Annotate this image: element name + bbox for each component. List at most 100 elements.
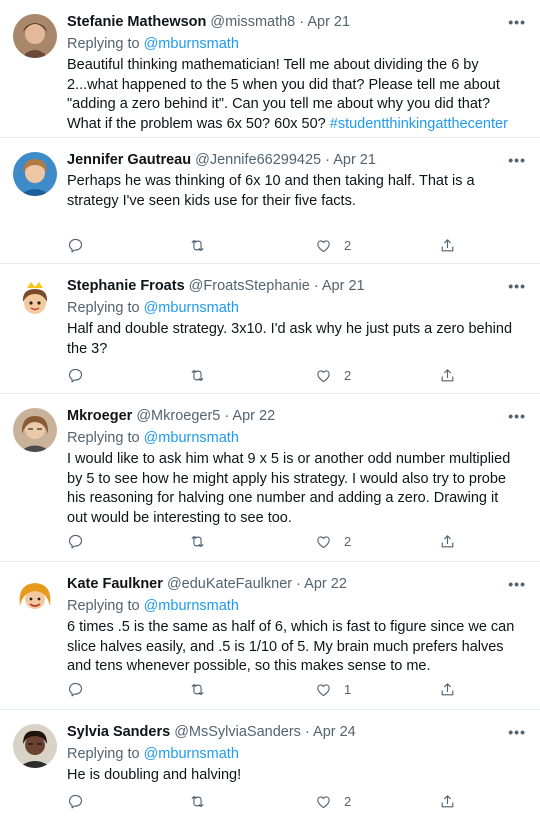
replying-prefix: Replying to [67, 430, 144, 446]
more-options-icon[interactable]: ••• [508, 278, 526, 294]
reply-button[interactable] [67, 533, 84, 550]
share-button[interactable] [439, 533, 456, 550]
reply-button[interactable] [67, 367, 84, 384]
retweet-icon [191, 683, 204, 695]
share-icon [441, 682, 454, 695]
reply-icon [68, 368, 83, 382]
like-count: 1 [344, 681, 352, 697]
replying-handle[interactable]: @mburnsmath [144, 300, 239, 316]
display-name[interactable]: Stefanie Mathewson [67, 14, 206, 30]
tweet-date[interactable]: · Apr 21 [314, 278, 365, 294]
share-icon [441, 794, 454, 807]
user-handle[interactable]: @FroatsStephanie [189, 278, 310, 294]
tweet-text: I would like to ask him what 9 x 5 is or… [67, 451, 511, 526]
tweet-date[interactable]: · Apr 22 [296, 576, 347, 592]
avatar[interactable] [13, 576, 57, 620]
like-count: 2 [344, 367, 352, 383]
tweet[interactable]: Kate Faulkner @eduKateFaulkner · Apr 22 … [0, 562, 540, 710]
user-handle[interactable]: @eduKateFaulkner [167, 576, 292, 592]
reply-icon [68, 238, 83, 252]
tweet[interactable]: Sylvia Sanders @MsSylviaSanders · Apr 24… [0, 710, 540, 820]
replying-prefix: Replying to [67, 746, 144, 762]
tweet[interactable]: Stephanie Froats @FroatsStephanie · Apr … [0, 264, 540, 394]
tweet-actions: 2 [67, 364, 462, 386]
display-name[interactable]: Kate Faulkner [67, 576, 163, 592]
more-options-icon[interactable]: ••• [508, 576, 526, 592]
more-options-icon[interactable]: ••• [508, 14, 526, 30]
tweet-actions: 1 [67, 678, 462, 700]
hashtag-link[interactable]: #studentthinkingatthecenter [330, 116, 508, 132]
share-button[interactable] [439, 367, 456, 384]
replying-prefix: Replying to [67, 36, 144, 52]
tweet-text: Beautiful thinking mathematician! Tell m… [67, 56, 522, 134]
display-name[interactable]: Jennifer Gautreau [67, 152, 191, 168]
replying-handle[interactable]: @mburnsmath [144, 746, 239, 762]
display-name[interactable]: Sylvia Sanders [67, 724, 170, 740]
share-icon [441, 534, 454, 547]
retweet-icon [191, 369, 204, 381]
more-options-icon[interactable]: ••• [508, 724, 526, 740]
replying-handle[interactable]: @mburnsmath [144, 598, 239, 614]
share-icon [441, 238, 454, 251]
like-button[interactable]: 1 [315, 681, 351, 698]
tweet[interactable]: Stefanie Mathewson @missmath8 · Apr 21 R… [0, 0, 540, 138]
replying-to: Replying to @mburnsmath [67, 298, 522, 318]
tweet-text: Half and double strategy. 3x10. I'd ask … [67, 321, 513, 357]
user-handle[interactable]: @MsSylviaSanders [174, 724, 301, 740]
replying-prefix: Replying to [67, 300, 144, 316]
reply-button[interactable] [67, 793, 84, 810]
retweet-button[interactable] [189, 793, 206, 810]
avatar[interactable] [13, 724, 57, 768]
like-button[interactable]: 2 [315, 793, 351, 810]
like-icon [317, 795, 330, 808]
replying-to: Replying to @mburnsmath [67, 744, 522, 764]
tweet-actions: 2 [67, 530, 462, 552]
avatar[interactable] [13, 408, 57, 452]
display-name[interactable]: Mkroeger [67, 408, 132, 424]
tweet[interactable]: Jennifer Gautreau @Jennife66299425 · Apr… [0, 138, 540, 264]
share-button[interactable] [439, 793, 456, 810]
replying-handle[interactable]: @mburnsmath [144, 36, 239, 52]
tweet-date[interactable]: · Apr 21 [325, 152, 376, 168]
replying-to: Replying to @mburnsmath [67, 34, 522, 54]
replying-to: Replying to @mburnsmath [67, 428, 522, 448]
avatar[interactable] [13, 152, 57, 196]
retweet-button[interactable] [189, 367, 206, 384]
replying-handle[interactable]: @mburnsmath [144, 430, 239, 446]
replying-prefix: Replying to [67, 598, 144, 614]
avatar[interactable] [13, 278, 57, 322]
like-icon [317, 239, 330, 252]
like-icon [317, 535, 330, 548]
reply-icon [68, 794, 83, 808]
like-count: 2 [344, 793, 352, 809]
share-button[interactable] [439, 237, 456, 254]
like-button[interactable]: 2 [315, 237, 351, 254]
user-handle[interactable]: @Mkroeger5 [136, 408, 220, 424]
tweet-date[interactable]: · Apr 21 [299, 14, 350, 30]
more-options-icon[interactable]: ••• [508, 408, 526, 424]
reply-button[interactable] [67, 237, 84, 254]
like-icon [317, 683, 330, 696]
share-button[interactable] [439, 681, 456, 698]
avatar[interactable] [13, 14, 57, 58]
retweet-button[interactable] [189, 533, 206, 550]
tweet[interactable]: Mkroeger @Mkroeger5 · Apr 22 Replying to… [0, 394, 540, 562]
display-name[interactable]: Stephanie Froats [67, 278, 185, 294]
retweet-button[interactable] [189, 681, 206, 698]
like-count: 2 [344, 533, 352, 549]
tweet-text: Perhaps he was thinking of 6x 10 and the… [67, 173, 475, 209]
like-icon [317, 369, 330, 382]
share-icon [441, 368, 454, 381]
replying-to: Replying to @mburnsmath [67, 596, 522, 616]
retweet-button[interactable] [189, 237, 206, 254]
user-handle[interactable]: @Jennife66299425 [195, 152, 321, 168]
tweet-date[interactable]: · Apr 22 [224, 408, 275, 424]
reply-button[interactable] [67, 681, 84, 698]
more-options-icon[interactable]: ••• [508, 152, 526, 168]
retweet-icon [191, 795, 204, 807]
tweet-text: 6 times .5 is the same as half of 6, whi… [67, 619, 515, 674]
tweet-date[interactable]: · Apr 24 [305, 724, 356, 740]
user-handle[interactable]: @missmath8 [210, 14, 295, 30]
like-button[interactable]: 2 [315, 367, 351, 384]
like-button[interactable]: 2 [315, 533, 351, 550]
